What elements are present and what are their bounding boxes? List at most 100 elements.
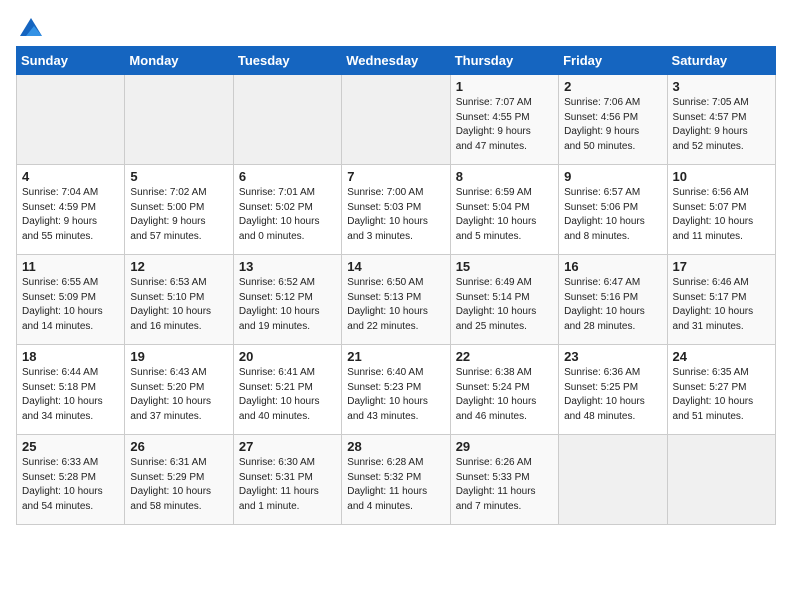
day-info: Sunrise: 6:38 AM Sunset: 5:24 PM Dayligh… <box>456 366 553 424</box>
col-header-sunday: Sunday <box>17 47 125 75</box>
calendar-cell: 2 Sunrise: 7:06 AM Sunset: 4:56 PM Daylig… <box>559 75 667 165</box>
day-info: Sunrise: 6:55 AM Sunset: 5:09 PM Dayligh… <box>22 276 119 334</box>
day-info: Sunrise: 7:04 AM Sunset: 4:59 PM Dayligh… <box>22 186 119 244</box>
day-info: Sunrise: 6:33 AM Sunset: 5:28 PM Dayligh… <box>22 456 119 514</box>
day-number: 15 <box>456 259 553 274</box>
day-number: 16 <box>564 259 661 274</box>
logo <box>16 16 44 38</box>
calendar-cell <box>125 75 233 165</box>
day-info: Sunrise: 7:00 AM Sunset: 5:03 PM Dayligh… <box>347 186 444 244</box>
day-number: 11 <box>22 259 119 274</box>
day-info: Sunrise: 6:53 AM Sunset: 5:10 PM Dayligh… <box>130 276 227 334</box>
calendar-week-row: 4 Sunrise: 7:04 AM Sunset: 4:59 PM Daylig… <box>17 165 776 255</box>
calendar-cell: 20 Sunrise: 6:41 AM Sunset: 5:21 PM Dayli… <box>233 345 341 435</box>
day-number: 1 <box>456 79 553 94</box>
calendar-cell: 13 Sunrise: 6:52 AM Sunset: 5:12 PM Dayli… <box>233 255 341 345</box>
calendar-cell: 21 Sunrise: 6:40 AM Sunset: 5:23 PM Dayli… <box>342 345 450 435</box>
day-number: 7 <box>347 169 444 184</box>
calendar-cell: 7 Sunrise: 7:00 AM Sunset: 5:03 PM Daylig… <box>342 165 450 255</box>
calendar-cell: 22 Sunrise: 6:38 AM Sunset: 5:24 PM Dayli… <box>450 345 558 435</box>
calendar-cell: 25 Sunrise: 6:33 AM Sunset: 5:28 PM Dayli… <box>17 435 125 525</box>
day-number: 25 <box>22 439 119 454</box>
logo-text <box>16 16 44 38</box>
calendar-header-row: SundayMondayTuesdayWednesdayThursdayFrid… <box>17 47 776 75</box>
day-number: 28 <box>347 439 444 454</box>
calendar-cell: 4 Sunrise: 7:04 AM Sunset: 4:59 PM Daylig… <box>17 165 125 255</box>
day-info: Sunrise: 7:07 AM Sunset: 4:55 PM Dayligh… <box>456 96 553 154</box>
col-header-friday: Friday <box>559 47 667 75</box>
day-info: Sunrise: 6:43 AM Sunset: 5:20 PM Dayligh… <box>130 366 227 424</box>
calendar-cell: 5 Sunrise: 7:02 AM Sunset: 5:00 PM Daylig… <box>125 165 233 255</box>
day-number: 2 <box>564 79 661 94</box>
day-info: Sunrise: 6:30 AM Sunset: 5:31 PM Dayligh… <box>239 456 336 514</box>
day-number: 21 <box>347 349 444 364</box>
calendar-cell <box>17 75 125 165</box>
day-info: Sunrise: 6:44 AM Sunset: 5:18 PM Dayligh… <box>22 366 119 424</box>
calendar-cell: 9Sunrise: 6:57 AM Sunset: 5:06 PM Daylig… <box>559 165 667 255</box>
day-number: 13 <box>239 259 336 274</box>
calendar-cell <box>342 75 450 165</box>
day-info: Sunrise: 6:59 AM Sunset: 5:04 PM Dayligh… <box>456 186 553 244</box>
day-number: 20 <box>239 349 336 364</box>
day-info: Sunrise: 7:02 AM Sunset: 5:00 PM Dayligh… <box>130 186 227 244</box>
day-number: 19 <box>130 349 227 364</box>
day-number: 6 <box>239 169 336 184</box>
calendar-week-row: 18 Sunrise: 6:44 AM Sunset: 5:18 PM Dayli… <box>17 345 776 435</box>
calendar-cell: 27 Sunrise: 6:30 AM Sunset: 5:31 PM Dayli… <box>233 435 341 525</box>
day-number: 27 <box>239 439 336 454</box>
col-header-tuesday: Tuesday <box>233 47 341 75</box>
calendar-cell: 16Sunrise: 6:47 AM Sunset: 5:16 PM Dayli… <box>559 255 667 345</box>
calendar-week-row: 25 Sunrise: 6:33 AM Sunset: 5:28 PM Dayli… <box>17 435 776 525</box>
day-info: Sunrise: 6:36 AM Sunset: 5:25 PM Dayligh… <box>564 366 661 424</box>
day-number: 24 <box>673 349 770 364</box>
day-info: Sunrise: 6:57 AM Sunset: 5:06 PM Dayligh… <box>564 186 661 244</box>
day-info: Sunrise: 6:26 AM Sunset: 5:33 PM Dayligh… <box>456 456 553 514</box>
calendar-cell: 6Sunrise: 7:01 AM Sunset: 5:02 PM Daylig… <box>233 165 341 255</box>
calendar-cell: 8 Sunrise: 6:59 AM Sunset: 5:04 PM Daylig… <box>450 165 558 255</box>
calendar-cell: 29 Sunrise: 6:26 AM Sunset: 5:33 PM Dayli… <box>450 435 558 525</box>
page-header <box>16 16 776 38</box>
day-info: Sunrise: 6:40 AM Sunset: 5:23 PM Dayligh… <box>347 366 444 424</box>
calendar-cell: 28 Sunrise: 6:28 AM Sunset: 5:32 PM Dayli… <box>342 435 450 525</box>
calendar-cell <box>559 435 667 525</box>
day-number: 22 <box>456 349 553 364</box>
day-info: Sunrise: 7:06 AM Sunset: 4:56 PM Dayligh… <box>564 96 661 154</box>
day-info: Sunrise: 6:49 AM Sunset: 5:14 PM Dayligh… <box>456 276 553 334</box>
day-info: Sunrise: 6:46 AM Sunset: 5:17 PM Dayligh… <box>673 276 770 334</box>
col-header-thursday: Thursday <box>450 47 558 75</box>
day-number: 26 <box>130 439 227 454</box>
calendar-cell: 14 Sunrise: 6:50 AM Sunset: 5:13 PM Dayli… <box>342 255 450 345</box>
logo-icon <box>18 16 44 42</box>
day-info: Sunrise: 6:50 AM Sunset: 5:13 PM Dayligh… <box>347 276 444 334</box>
day-info: Sunrise: 6:28 AM Sunset: 5:32 PM Dayligh… <box>347 456 444 514</box>
calendar-cell <box>667 435 775 525</box>
calendar-cell: 17 Sunrise: 6:46 AM Sunset: 5:17 PM Dayli… <box>667 255 775 345</box>
calendar-cell: 19 Sunrise: 6:43 AM Sunset: 5:20 PM Dayli… <box>125 345 233 435</box>
day-info: Sunrise: 6:41 AM Sunset: 5:21 PM Dayligh… <box>239 366 336 424</box>
col-header-saturday: Saturday <box>667 47 775 75</box>
day-number: 23 <box>564 349 661 364</box>
day-number: 8 <box>456 169 553 184</box>
day-number: 4 <box>22 169 119 184</box>
day-info: Sunrise: 6:35 AM Sunset: 5:27 PM Dayligh… <box>673 366 770 424</box>
calendar-cell: 10 Sunrise: 6:56 AM Sunset: 5:07 PM Dayli… <box>667 165 775 255</box>
calendar-cell: 26Sunrise: 6:31 AM Sunset: 5:29 PM Dayli… <box>125 435 233 525</box>
calendar-cell: 15 Sunrise: 6:49 AM Sunset: 5:14 PM Dayli… <box>450 255 558 345</box>
day-number: 17 <box>673 259 770 274</box>
day-number: 3 <box>673 79 770 94</box>
calendar-week-row: 1 Sunrise: 7:07 AM Sunset: 4:55 PM Daylig… <box>17 75 776 165</box>
day-info: Sunrise: 7:05 AM Sunset: 4:57 PM Dayligh… <box>673 96 770 154</box>
day-info: Sunrise: 6:52 AM Sunset: 5:12 PM Dayligh… <box>239 276 336 334</box>
calendar-cell: 23 Sunrise: 6:36 AM Sunset: 5:25 PM Dayli… <box>559 345 667 435</box>
calendar-cell: 3 Sunrise: 7:05 AM Sunset: 4:57 PM Daylig… <box>667 75 775 165</box>
day-number: 5 <box>130 169 227 184</box>
day-info: Sunrise: 6:56 AM Sunset: 5:07 PM Dayligh… <box>673 186 770 244</box>
day-number: 10 <box>673 169 770 184</box>
calendar-cell: 18 Sunrise: 6:44 AM Sunset: 5:18 PM Dayli… <box>17 345 125 435</box>
day-number: 29 <box>456 439 553 454</box>
calendar-cell: 24 Sunrise: 6:35 AM Sunset: 5:27 PM Dayli… <box>667 345 775 435</box>
day-number: 18 <box>22 349 119 364</box>
calendar-table: SundayMondayTuesdayWednesdayThursdayFrid… <box>16 46 776 525</box>
calendar-cell: 1 Sunrise: 7:07 AM Sunset: 4:55 PM Daylig… <box>450 75 558 165</box>
day-number: 14 <box>347 259 444 274</box>
